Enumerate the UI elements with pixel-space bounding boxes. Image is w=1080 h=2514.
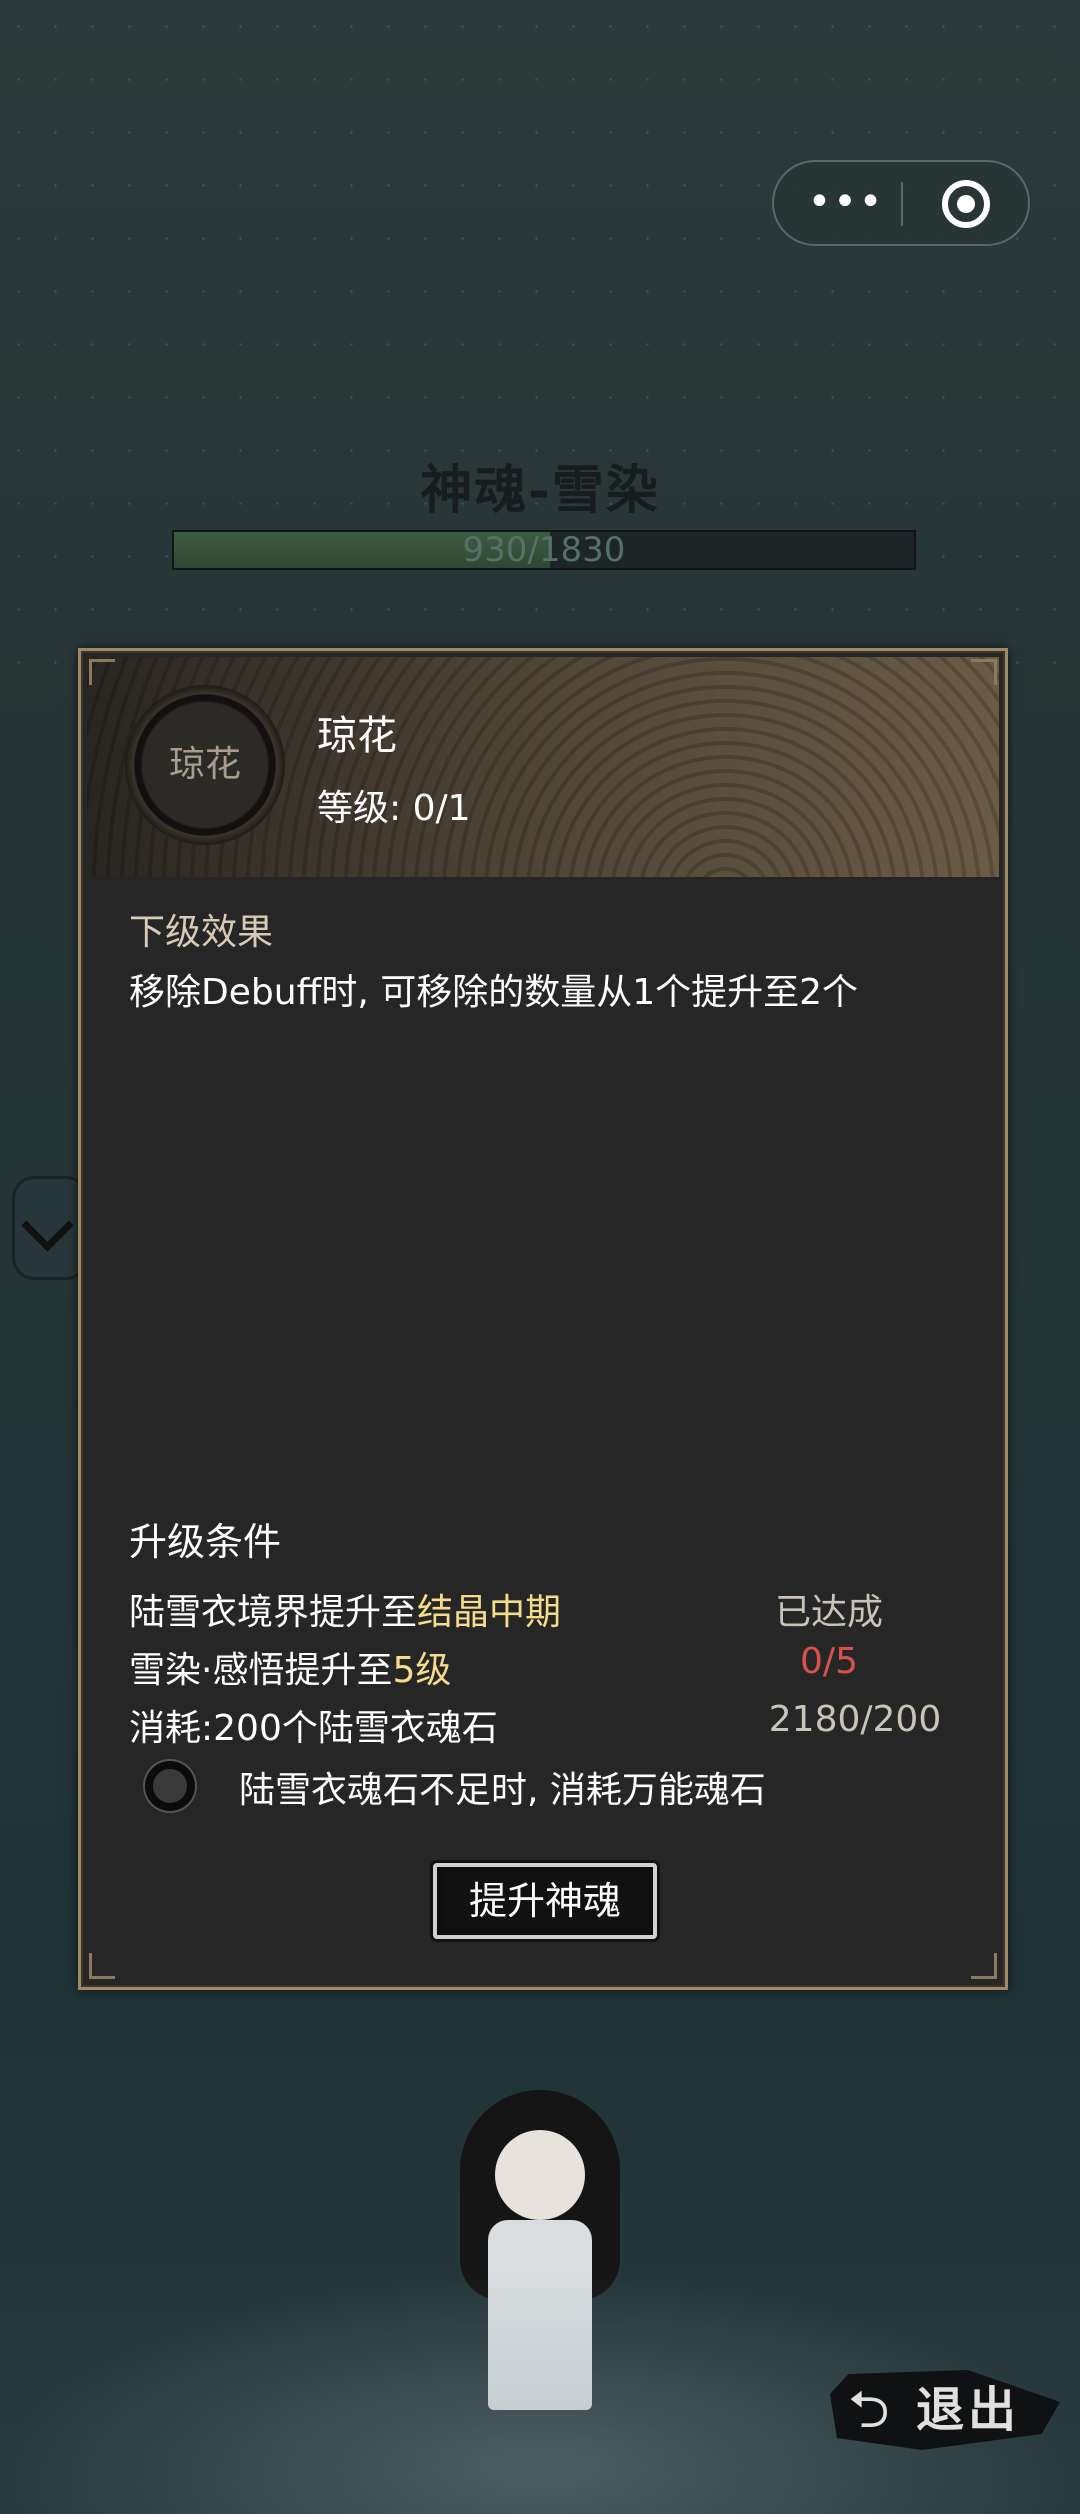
target-circle-icon[interactable] — [942, 180, 990, 228]
condition-highlight: 5级 — [392, 1650, 452, 1691]
condition-row: 消耗:200个陆雪衣魂石 2180/200 — [129, 1699, 959, 1749]
soul-title: 神魂-雪染 — [420, 460, 660, 521]
skill-icon: 琼花 — [125, 685, 285, 845]
next-effect-text: 移除Debuff时, 可移除的数量从1个提升至2个 — [129, 972, 859, 1013]
soul-upgrade-panel: 琼花 琼花 等级: 0/1 下级效果 移除Debuff时, 可移除的数量从1个提… — [78, 648, 1008, 1990]
exit-label: 退出 — [916, 2382, 1021, 2438]
mini-program-capsule: ••• — [772, 160, 1030, 246]
skill-name: 琼花 — [317, 713, 397, 759]
corner-ornament — [89, 659, 115, 685]
capsule-divider — [901, 182, 903, 226]
skill-icon-label: 琼花 — [168, 744, 241, 785]
condition-text: 陆雪衣境界提升至 — [129, 1592, 418, 1633]
next-effect-label: 下级效果 — [129, 912, 274, 953]
chevron-down-icon — [21, 1199, 74, 1252]
universal-stone-toggle[interactable] — [145, 1761, 195, 1811]
condition-status: 2180/200 — [768, 1699, 942, 1740]
condition-status: 已达成 — [774, 1592, 883, 1633]
star-background — [0, 0, 1080, 700]
condition-highlight: 结晶中期 — [417, 1592, 562, 1633]
corner-ornament — [971, 1953, 997, 1979]
condition-row: 雪染·感悟提升至5级 0/5 — [129, 1641, 959, 1691]
skill-level: 等级: 0/1 — [317, 788, 471, 829]
corner-ornament — [89, 1953, 115, 1979]
condition-text: 消耗:200个陆雪衣魂石 — [129, 1708, 498, 1749]
exp-progress-text: 930/1830 — [462, 530, 626, 570]
more-dots-icon[interactable]: ••• — [806, 182, 886, 226]
upgrade-soul-button[interactable]: 提升神魂 — [433, 1863, 657, 1939]
universal-stone-toggle-label: 陆雪衣魂石不足时, 消耗万能魂石 — [239, 1770, 766, 1811]
exp-progress-bar: 930/1830 — [172, 530, 916, 570]
condition-row: 陆雪衣境界提升至结晶中期 已达成 — [129, 1583, 959, 1633]
side-expand-tab[interactable] — [12, 1176, 88, 1280]
corner-ornament — [971, 659, 997, 685]
condition-text: 雪染·感悟提升至 — [129, 1650, 393, 1691]
return-arrow-icon: ⮌ — [848, 2380, 890, 2440]
conditions-title: 升级条件 — [129, 1520, 282, 1564]
condition-status: 0/5 — [800, 1641, 858, 1682]
panel-header: 琼花 琼花 等级: 0/1 — [87, 657, 999, 877]
